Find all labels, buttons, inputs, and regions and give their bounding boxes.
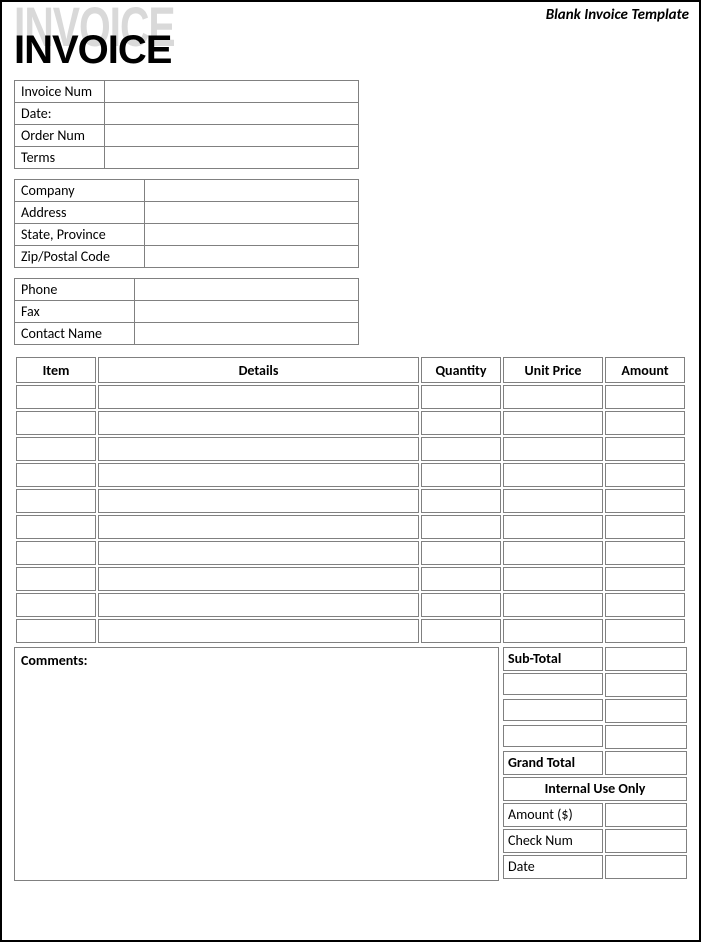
label-company: Company (15, 180, 145, 201)
field-order-num[interactable] (105, 125, 358, 146)
header-unit-price: Unit Price (503, 357, 603, 383)
blank-cell[interactable] (605, 673, 687, 697)
field-amount-dollar[interactable] (605, 803, 687, 827)
header-amount: Amount (605, 357, 685, 383)
label-amount-dollar: Amount ($) (503, 803, 603, 827)
field-total-date[interactable] (605, 855, 687, 879)
bottom-section: Comments: Sub-Total Grand Total (14, 647, 687, 881)
totals-block: Sub-Total Grand Total Internal Use Only (503, 647, 687, 881)
invoice-page: Blank Invoice Template INVOICE INVOICE I… (0, 0, 701, 942)
field-terms[interactable] (105, 147, 358, 168)
table-row (16, 437, 685, 461)
table-row (16, 593, 685, 617)
label-subtotal: Sub-Total (503, 647, 603, 671)
field-date[interactable] (105, 103, 358, 124)
field-fax[interactable] (135, 301, 358, 322)
comments-label: Comments: (21, 652, 87, 669)
field-company[interactable] (145, 180, 358, 201)
invoice-logo: INVOICE INVOICE (14, 30, 687, 70)
table-row (16, 489, 685, 513)
header-details: Details (98, 357, 419, 383)
blank-cell[interactable] (605, 725, 687, 749)
items-body (16, 385, 685, 643)
table-row (16, 619, 685, 643)
header-quantity: Quantity (421, 357, 501, 383)
template-title: Blank Invoice Template (546, 6, 689, 24)
field-grand-total[interactable] (605, 751, 687, 775)
field-address[interactable] (145, 202, 358, 223)
table-row (16, 567, 685, 591)
label-phone: Phone (15, 279, 135, 300)
label-check-num: Check Num (503, 829, 603, 853)
field-state[interactable] (145, 224, 358, 245)
blank-cell[interactable] (605, 699, 687, 723)
label-order-num: Order Num (15, 125, 105, 146)
field-check-num[interactable] (605, 829, 687, 853)
label-fax: Fax (15, 301, 135, 322)
label-grand-total: Grand Total (503, 751, 603, 775)
label-address: Address (15, 202, 145, 223)
label-contact: Contact Name (15, 323, 135, 344)
table-row (16, 515, 685, 539)
label-internal-use: Internal Use Only (503, 777, 687, 801)
label-invoice-num: Invoice Num (15, 81, 105, 102)
blank-cell[interactable] (503, 699, 603, 721)
field-phone[interactable] (135, 279, 358, 300)
label-terms: Terms (15, 147, 105, 168)
items-table: Item Details Quantity Unit Price Amount (14, 355, 687, 645)
table-row (16, 541, 685, 565)
blank-cell[interactable] (503, 673, 603, 695)
table-row (16, 463, 685, 487)
field-subtotal[interactable] (605, 647, 687, 671)
invoice-meta-block: Invoice Num Date: Order Num Terms (14, 80, 359, 169)
field-contact[interactable] (135, 323, 358, 344)
field-invoice-num[interactable] (105, 81, 358, 102)
contact-block: Phone Fax Contact Name (14, 278, 359, 345)
label-zip: Zip/Postal Code (15, 246, 145, 267)
label-date: Date: (15, 103, 105, 124)
table-row (16, 411, 685, 435)
label-total-date: Date (503, 855, 603, 879)
comments-box[interactable]: Comments: (14, 647, 499, 881)
field-zip[interactable] (145, 246, 358, 267)
table-row (16, 385, 685, 409)
label-state: State, Province (15, 224, 145, 245)
company-block: Company Address State, Province Zip/Post… (14, 179, 359, 268)
blank-cell[interactable] (503, 725, 603, 747)
header-item: Item (16, 357, 96, 383)
